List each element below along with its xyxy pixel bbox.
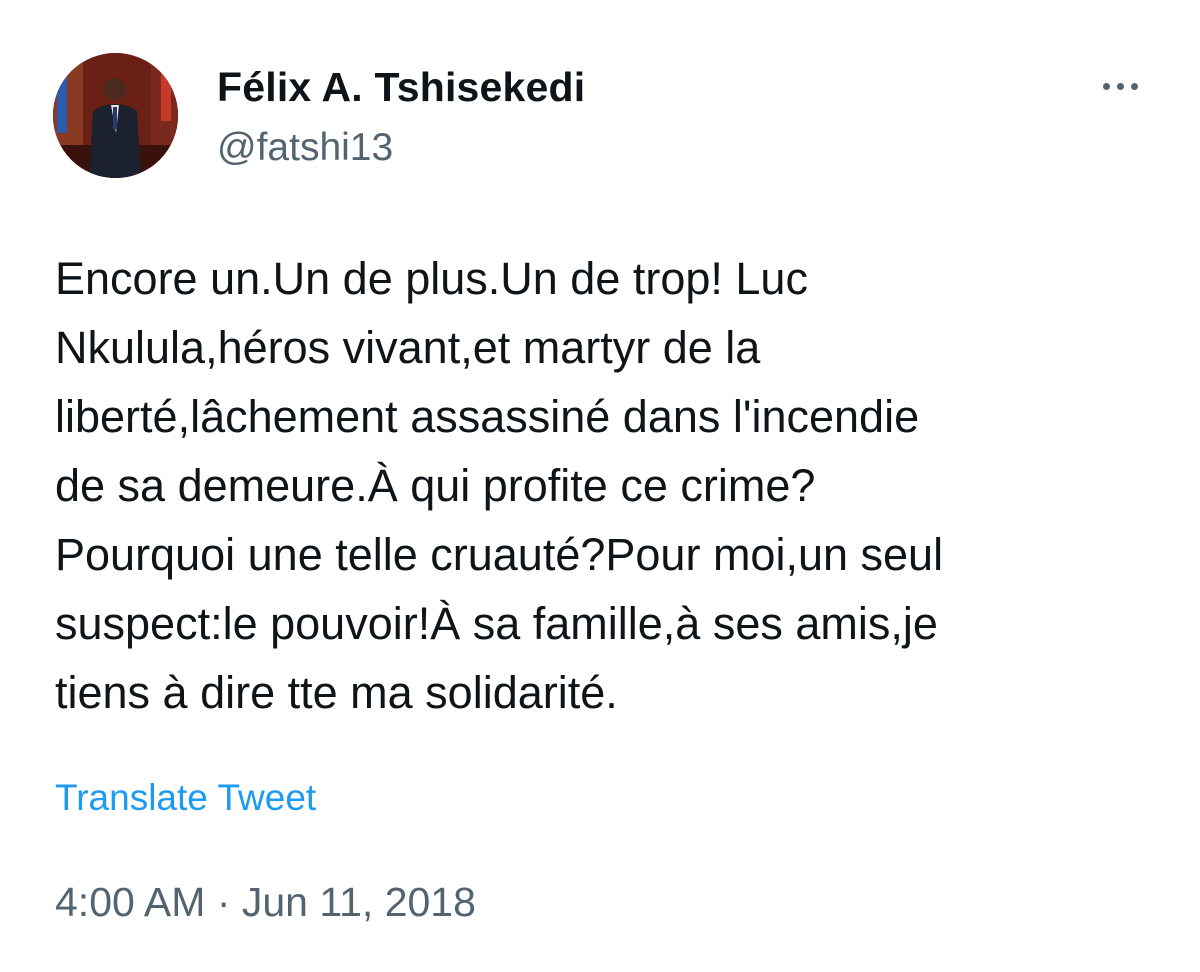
translate-tweet-link[interactable]: Translate Tweet	[55, 774, 316, 822]
tweet-text-line: tiens à dire tte ma solidarité.	[55, 667, 618, 718]
tweet-text-line: Encore un.Un de plus.Un de trop! Luc	[55, 253, 808, 304]
avatar[interactable]	[53, 53, 178, 178]
tweet-card: Félix A. Tshisekedi @fatshi13 Encore un.…	[0, 0, 1200, 972]
tweet-text: Encore un.Un de plus.Un de trop! Luc Nku…	[55, 244, 1175, 727]
avatar-photo	[53, 53, 178, 178]
tweet-timestamp[interactable]: 4:00 AM · Jun 11, 2018	[55, 876, 476, 928]
tweet-text-line: suspect:le pouvoir!À sa famille,à ses am…	[55, 598, 938, 649]
tweet-text-line: de sa demeure.À qui profite ce crime?	[55, 460, 816, 511]
tweet-text-line: Nkulula,héros vivant,et martyr de la	[55, 322, 761, 373]
more-horizontal-icon	[1102, 82, 1110, 90]
author-name[interactable]: Félix A. Tshisekedi	[217, 62, 585, 112]
more-options-button[interactable]	[1090, 66, 1150, 106]
more-horizontal-icon	[1130, 82, 1138, 90]
tweet-text-line: Pourquoi une telle cruauté?Pour moi,un s…	[55, 529, 944, 580]
tweet-text-line: liberté,lâchement assassiné dans l'incen…	[55, 391, 920, 442]
author-handle[interactable]: @fatshi13	[217, 124, 393, 172]
more-horizontal-icon	[1116, 82, 1124, 90]
